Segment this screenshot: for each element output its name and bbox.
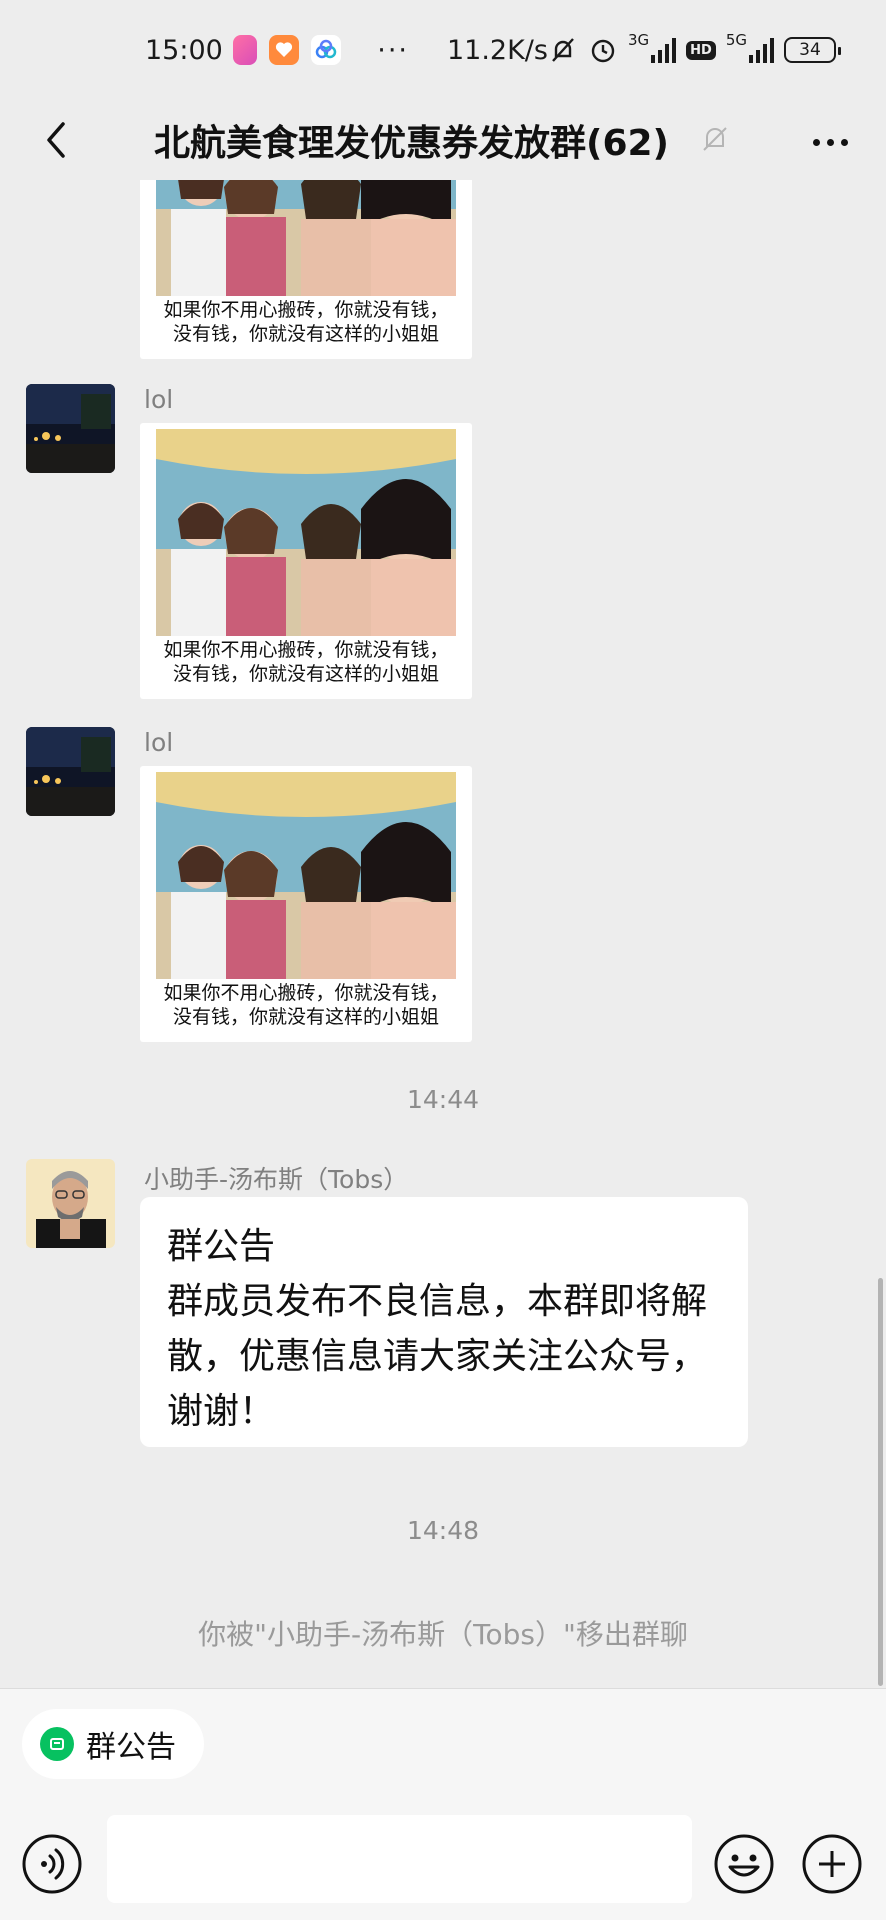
bell-off-icon	[703, 127, 727, 151]
back-button[interactable]	[28, 112, 84, 168]
group-notice-chip[interactable]: 群公告	[22, 1709, 204, 1779]
chat-title: 北航美食理发优惠券发放群(62)	[154, 123, 670, 164]
voice-button[interactable]	[21, 1833, 83, 1895]
status-bar: 15:00 ··· 11.2K/s 3G HD 5G 34	[0, 0, 886, 100]
scrollbar[interactable]	[878, 1278, 883, 1686]
alarm-icon	[591, 39, 615, 63]
photo	[156, 180, 456, 296]
sender-name: lol	[144, 385, 174, 414]
more-button[interactable]	[802, 114, 858, 170]
nav-bar: 北航美食理发优惠券发放群(62)	[0, 100, 886, 180]
image-message[interactable]: 如果你不用心搬砖，你就没有钱， 没有钱，你就没有这样的小姐姐	[140, 180, 472, 359]
message-input[interactable]	[107, 1815, 692, 1903]
avatar[interactable]	[26, 1159, 115, 1248]
notice-title: 群公告	[167, 1226, 276, 1267]
net-label-5g: 5G	[725, 31, 747, 49]
hello-app-icon	[269, 35, 300, 65]
image-caption: 如果你不用心搬砖，你就没有钱， 没有钱，你就没有这样的小姐姐	[163, 299, 449, 345]
net-label-3g: 3G	[627, 31, 650, 49]
emoji-icon	[714, 1834, 774, 1894]
avatar[interactable]	[26, 727, 115, 816]
notice-line: 群成员发布不良信息，本群即将解	[167, 1281, 708, 1322]
photo	[156, 429, 456, 636]
image-message[interactable]: 如果你不用心搬砖，你就没有钱， 没有钱，你就没有这样的小姐姐	[140, 423, 472, 699]
signal-icon-2	[749, 37, 774, 63]
time-divider: 14:48	[406, 1516, 480, 1545]
sender-name: lol	[144, 728, 174, 757]
more-icon	[812, 138, 820, 146]
time-divider: 14:44	[406, 1085, 480, 1114]
chevron-left-icon	[47, 122, 65, 158]
silent-bell-icon	[552, 38, 574, 62]
emoji-button[interactable]	[713, 1833, 775, 1895]
notice-line: 谢谢！	[167, 1391, 276, 1432]
battery-level: 34	[799, 40, 821, 60]
voice-icon	[22, 1834, 82, 1894]
plus-icon	[802, 1834, 862, 1894]
signal-icon	[651, 37, 677, 63]
announcement-icon	[40, 1727, 74, 1761]
cloud-app-icon	[311, 35, 342, 65]
image-caption: 如果你不用心搬砖，你就没有钱， 没有钱，你就没有这样的小姐姐	[163, 982, 449, 1028]
hd-badge: HD	[686, 40, 716, 60]
avatar[interactable]	[26, 384, 115, 473]
more-actions-button[interactable]	[801, 1833, 863, 1895]
notice-line: 散，优惠信息请大家关注公众号，	[167, 1336, 708, 1377]
image-message[interactable]: 如果你不用心搬砖，你就没有钱， 没有钱，你就没有这样的小姐姐	[140, 766, 472, 1042]
more-notifications-icon: ···	[377, 34, 409, 66]
notice-message-bubble[interactable]: 群公告 群成员发布不良信息，本群即将解 散，优惠信息请大家关注公众号， 谢谢！	[140, 1197, 748, 1447]
photo	[156, 772, 456, 979]
bilibili-app-icon	[232, 35, 258, 65]
net-speed: 11.2K/s	[446, 34, 548, 66]
image-caption: 如果你不用心搬砖，你就没有钱， 没有钱，你就没有这样的小姐姐	[163, 639, 449, 685]
system-message: 你被"小助手-汤布斯（Tobs）"移出群聊	[198, 1618, 688, 1651]
battery-icon: 34	[784, 37, 841, 63]
chat-area[interactable]: 如果你不用心搬砖，你就没有钱， 没有钱，你就没有这样的小姐姐 lol 如果你不用…	[0, 180, 886, 1688]
status-time: 15:00	[145, 34, 223, 66]
bottom-bar: 群公告	[0, 1688, 886, 1920]
group-notice-label: 群公告	[86, 1730, 176, 1765]
sender-name: 小助手-汤布斯（Tobs）	[144, 1165, 409, 1194]
